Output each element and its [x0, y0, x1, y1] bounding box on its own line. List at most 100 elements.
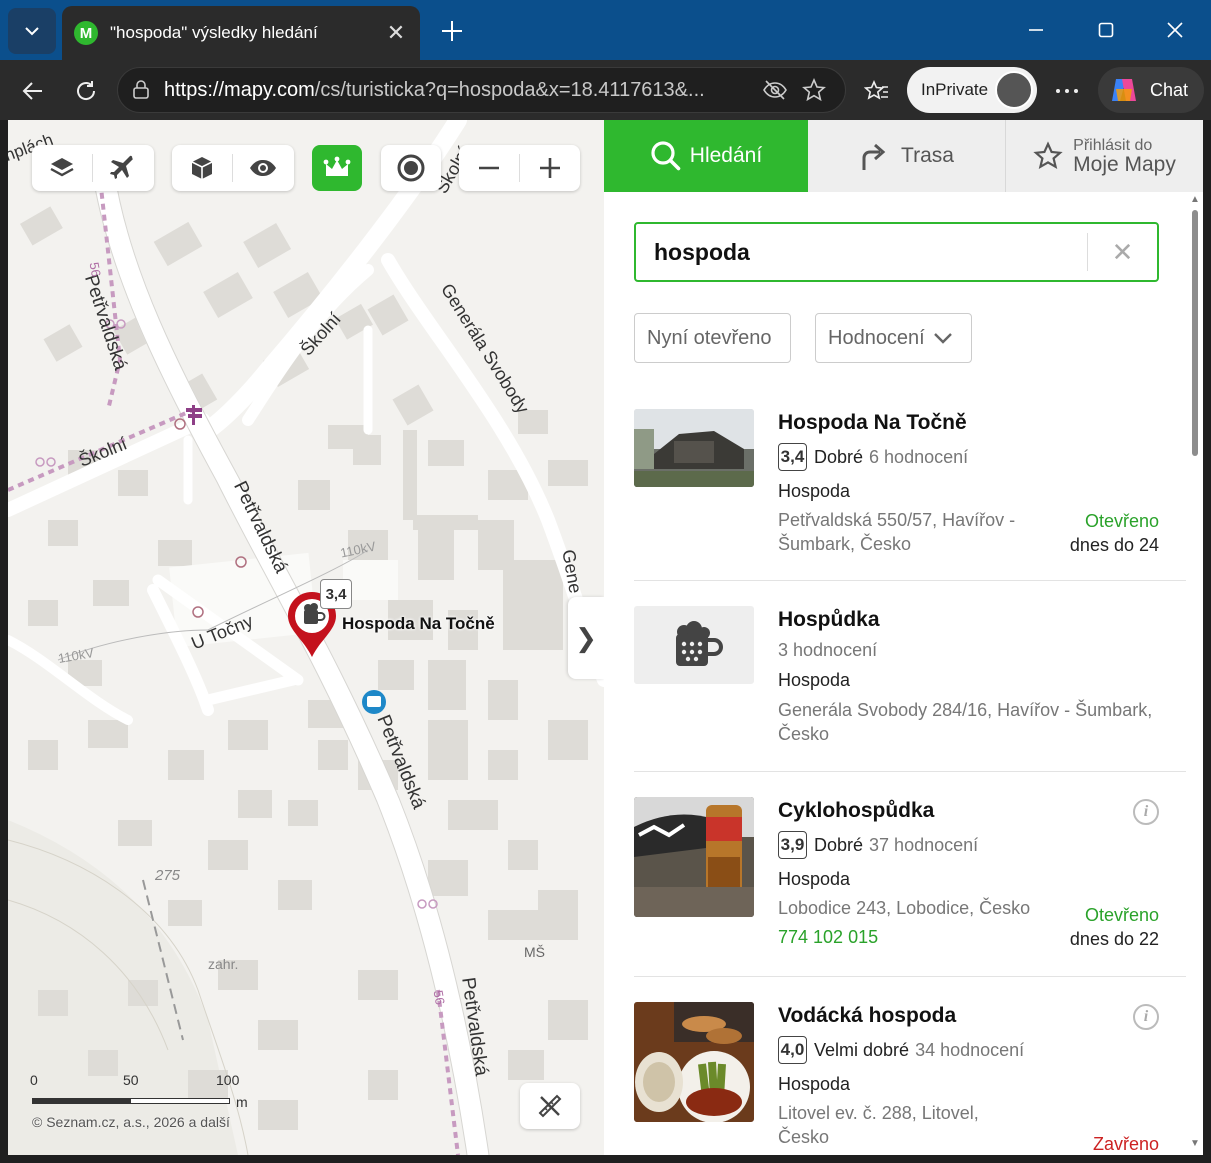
aerial-button[interactable]	[93, 145, 153, 191]
browser-tab-bar: M "hospoda" výsledky hledání ✕	[0, 0, 1211, 60]
beer-mug-icon	[676, 621, 723, 666]
marker-rating-badge[interactable]: 3,4	[320, 579, 352, 609]
collapse-panel-button[interactable]: ❯	[568, 597, 604, 679]
minimize-button[interactable]	[1012, 10, 1060, 50]
tab-login-my-maps[interactable]: Přihlásit do Moje Mapy	[1006, 120, 1203, 192]
mapy-favicon-icon: M	[74, 21, 98, 45]
result-photo[interactable]	[634, 409, 754, 487]
url-host: https://mapy.com	[164, 78, 315, 101]
result-divider	[634, 771, 1189, 772]
favorite-star-icon[interactable]	[802, 78, 826, 102]
result-address: Petřvaldská 550/57, Havířov - Šumbark, Č…	[778, 508, 1015, 556]
address-line: Česko	[778, 1127, 830, 1147]
address-line: Litovel ev. č. 288, Litovel,	[778, 1103, 979, 1123]
tracking-eye-off-icon[interactable]	[762, 79, 788, 101]
map-label-route-56-b: 56	[430, 989, 448, 1006]
chevron-right-icon: ❯	[575, 622, 597, 653]
result-photo-placeholder[interactable]	[634, 606, 754, 684]
marker-label[interactable]: Hospoda Na Točně	[342, 614, 495, 634]
search-input-value[interactable]: hospoda	[636, 239, 1087, 266]
review-count[interactable]: 34 hodnocení	[915, 1040, 1024, 1061]
result-item[interactable]: Hospůdka 3 hodnocení Hospoda Generála Sv…	[634, 606, 1189, 771]
panel-scrollbar[interactable]: ▲ ▼	[1186, 192, 1203, 1155]
filter-open-now[interactable]: Nyní otevřeno	[634, 313, 791, 363]
clear-search-button[interactable]: ✕	[1087, 233, 1157, 271]
address-line: Šumbark, Česko	[778, 534, 912, 554]
rating-word: Velmi dobré	[814, 1039, 910, 1060]
result-divider	[634, 976, 1189, 977]
scroll-up-arrow-icon[interactable]: ▲	[1190, 194, 1200, 205]
result-photo[interactable]	[634, 797, 754, 917]
close-window-button[interactable]	[1151, 10, 1199, 50]
review-count[interactable]: 6 hodnocení	[869, 447, 968, 468]
rating-word: Dobré	[814, 446, 864, 467]
premium-button[interactable]	[312, 145, 362, 191]
info-icon[interactable]: i	[1133, 1004, 1159, 1030]
copilot-chat-button[interactable]: Chat	[1098, 67, 1204, 113]
result-phone[interactable]: 774 102 015	[778, 927, 878, 948]
more-menu-button[interactable]	[1046, 70, 1088, 112]
refresh-button[interactable]	[65, 70, 107, 112]
close-icon: ✕	[1111, 236, 1134, 267]
rating-word: Dobré	[814, 834, 864, 855]
result-item[interactable]: Vodácká hospoda i 4,0 Velmi dobré 34 hod…	[634, 1002, 1189, 1155]
scale-tick-0: 0	[30, 1072, 38, 1088]
address-line: Česko	[778, 724, 830, 744]
layers-button[interactable]	[32, 145, 92, 191]
star-outline-icon	[1033, 141, 1063, 170]
review-count[interactable]: 37 hodnocení	[869, 835, 978, 856]
panorama-button[interactable]	[233, 145, 293, 191]
tab-actions-menu-button[interactable]	[8, 8, 56, 54]
lock-icon	[133, 80, 149, 99]
inprivate-profile-button[interactable]: InPrivate	[907, 67, 1037, 113]
rating-badge: 4,0	[778, 1036, 807, 1064]
plus-icon	[442, 21, 462, 41]
result-item[interactable]: Cyklohospůdka i 3,9 Dobré 37 hodnocení H…	[634, 797, 1189, 972]
result-item[interactable]: Hospoda Na Točně 3,4 Dobré 6 hodnocení H…	[634, 409, 1189, 579]
new-tab-button[interactable]	[428, 12, 476, 50]
url-path: /cs/turisticka?q=hospoda&x=18.4117613&..…	[314, 78, 705, 101]
browser-tab-active[interactable]: M "hospoda" výsledky hledání ✕	[62, 6, 420, 60]
favorites-list-icon	[864, 79, 888, 100]
chevron-down-icon	[933, 333, 952, 344]
filter-rating-dropdown[interactable]: Hodnocení	[815, 313, 972, 363]
result-photo[interactable]	[634, 1002, 754, 1122]
favorites-button[interactable]	[856, 70, 898, 112]
map-copyright[interactable]: © Seznam.cz, a.s., 2026 a další	[32, 1114, 230, 1130]
result-category: Hospoda	[778, 481, 851, 501]
search-input[interactable]: hospoda ✕	[634, 222, 1159, 282]
maximize-button[interactable]	[1082, 10, 1130, 50]
panel-tabs: Hledání Trasa Přihlásit do Moje Mapy	[604, 120, 1203, 192]
scrollbar-thumb[interactable]	[1192, 210, 1198, 456]
info-icon[interactable]: i	[1133, 799, 1159, 825]
plus-icon	[540, 158, 560, 178]
tab-route[interactable]: Trasa	[808, 120, 1006, 192]
route-arrow-icon	[862, 143, 886, 170]
result-name[interactable]: Vodácká hospoda	[778, 1004, 956, 1028]
back-button[interactable]	[12, 70, 54, 112]
filter-rating-label: Hodnocení	[828, 326, 925, 349]
my-location-button[interactable]	[381, 145, 441, 191]
scroll-down-arrow-icon[interactable]: ▼	[1190, 1138, 1200, 1149]
minimize-icon	[1029, 29, 1043, 31]
tab-login-line1: Přihlásit do	[1073, 136, 1153, 154]
zoom-in-button[interactable]	[520, 145, 580, 191]
url-text: https://mapy.com/cs/turisticka?q=hospoda…	[164, 79, 754, 102]
result-name[interactable]: Hospoda Na Točně	[778, 411, 967, 435]
review-count[interactable]: 3 hodnocení	[778, 640, 877, 661]
address-line: Lobodice 243, Lobodice, Česko	[778, 898, 1031, 918]
tab-close-icon[interactable]: ✕	[384, 20, 408, 46]
result-name[interactable]: Hospůdka	[778, 608, 880, 632]
map-canvas[interactable]: nplách Petřvaldská 56 Školní Školní Gene…	[8, 120, 604, 1155]
eye-icon	[250, 160, 276, 176]
3d-button[interactable]	[172, 145, 232, 191]
result-name[interactable]: Cyklohospůdka	[778, 799, 934, 823]
scale-unit: m	[236, 1094, 248, 1110]
map-label-route-56-a: 56	[86, 261, 104, 278]
tab-search[interactable]: Hledání	[604, 120, 808, 192]
opening-status: Otevřeno	[1084, 511, 1159, 531]
address-bar[interactable]: https://mapy.com/cs/turisticka?q=hospoda…	[117, 67, 846, 113]
measure-tool-button[interactable]	[520, 1083, 580, 1129]
result-address: Generála Svobody 284/16, Havířov - Šumba…	[778, 698, 1152, 746]
zoom-out-button[interactable]	[459, 145, 519, 191]
